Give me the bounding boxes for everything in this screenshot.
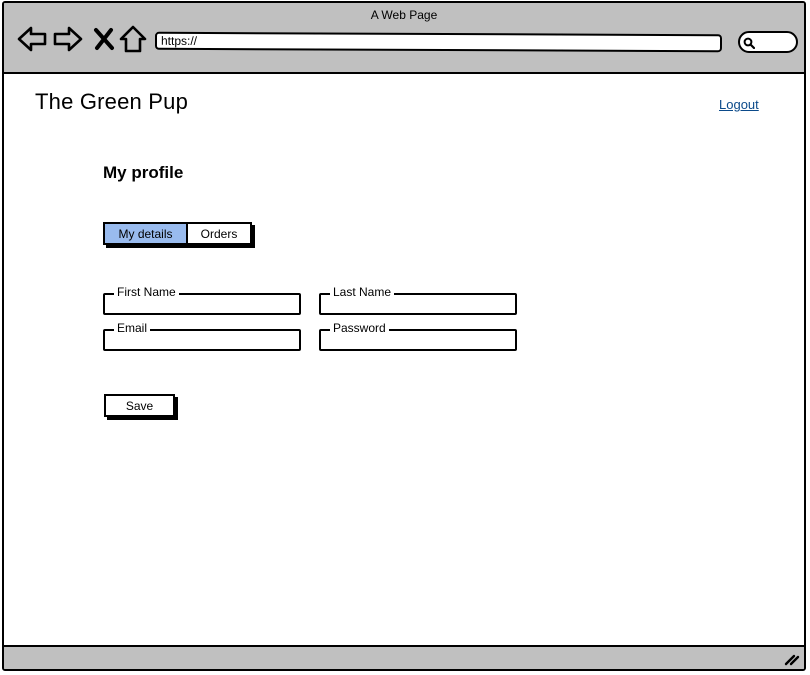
password-label: Password: [330, 321, 389, 335]
first-name-field: First Name: [103, 285, 301, 315]
email-label: Email: [114, 321, 151, 335]
password-input[interactable]: [324, 336, 512, 347]
email-input[interactable]: [108, 336, 296, 347]
tab-my-details[interactable]: My details: [105, 224, 188, 243]
tab-orders[interactable]: Orders: [188, 224, 250, 243]
last-name-field: Last Name: [319, 285, 517, 315]
first-name-label: First Name: [114, 285, 179, 299]
save-button[interactable]: Save: [104, 394, 175, 417]
last-name-input[interactable]: [324, 300, 512, 311]
site-title: The Green Pup: [35, 89, 189, 114]
page-heading: My profile: [103, 163, 184, 182]
back-arrow-icon[interactable]: [16, 23, 48, 55]
status-bar: [4, 645, 804, 669]
browser-search-button[interactable]: [738, 31, 798, 53]
resize-grip-icon[interactable]: [784, 652, 800, 666]
address-text: https://: [160, 33, 198, 48]
window-title: A Web Page: [370, 8, 438, 22]
home-icon[interactable]: [117, 23, 149, 55]
forward-arrow-icon[interactable]: [52, 23, 84, 55]
address-bar[interactable]: https://: [154, 31, 723, 53]
first-name-input[interactable]: [108, 300, 296, 311]
last-name-label: Last Name: [330, 285, 395, 299]
profile-tabs: My details Orders: [103, 222, 252, 245]
close-icon[interactable]: [88, 23, 120, 55]
search-icon: [743, 37, 755, 49]
browser-chrome: A Web Page https://: [4, 3, 804, 74]
email-field: Email: [103, 321, 301, 351]
browser-window: A Web Page https:// The Green Pup Logout…: [2, 1, 806, 671]
password-field: Password: [319, 321, 517, 351]
logout-link[interactable]: Logout: [719, 97, 759, 112]
